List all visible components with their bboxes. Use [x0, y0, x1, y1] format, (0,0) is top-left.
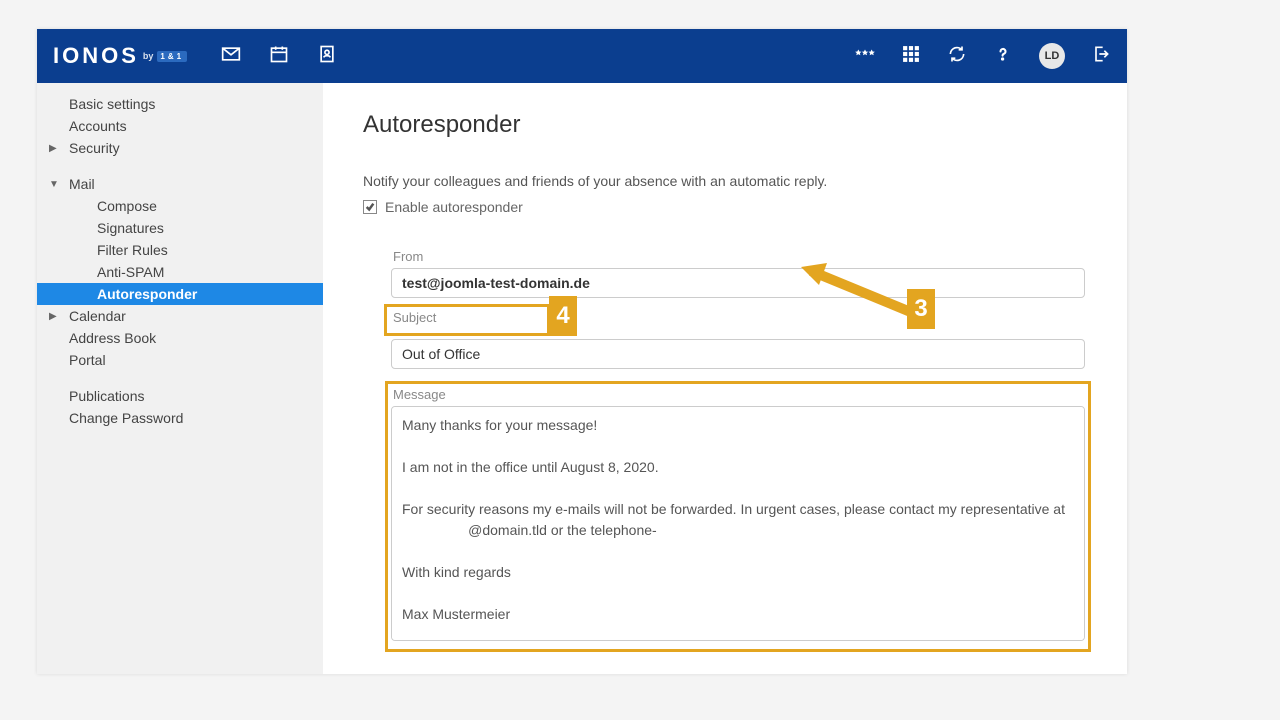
- nav-anti-spam[interactable]: Anti-SPAM: [37, 261, 323, 283]
- nav-filter-rules[interactable]: Filter Rules: [37, 239, 323, 261]
- nav-mail[interactable]: ▼Mail: [37, 173, 323, 195]
- nav-basic-settings[interactable]: Basic settings: [37, 93, 323, 115]
- app-header: IONOS by 1&1 LD: [37, 29, 1127, 83]
- apps-icon[interactable]: [901, 44, 921, 69]
- subject-highlight: Subject: [384, 304, 550, 336]
- caret-right-icon: ▶: [49, 143, 57, 154]
- message-label: Message: [391, 387, 1085, 402]
- from-label: From: [391, 249, 1087, 264]
- nav-autoresponder[interactable]: Autoresponder: [37, 283, 323, 305]
- nav-compose[interactable]: Compose: [37, 195, 323, 217]
- calendar-icon[interactable]: [269, 44, 289, 69]
- page-description: Notify your colleagues and friends of yo…: [363, 173, 1087, 189]
- subject-label: Subject: [391, 310, 543, 325]
- stars-icon[interactable]: [855, 44, 875, 69]
- callout-3: 3: [907, 289, 935, 329]
- nav-signatures[interactable]: Signatures: [37, 217, 323, 239]
- nav-security[interactable]: ▶Security: [37, 137, 323, 159]
- contacts-icon[interactable]: [317, 44, 337, 69]
- nav-accounts[interactable]: Accounts: [37, 115, 323, 137]
- enable-label: Enable autoresponder: [385, 199, 523, 215]
- nav-change-password[interactable]: Change Password: [37, 407, 323, 429]
- nav-calendar[interactable]: ▶Calendar: [37, 305, 323, 327]
- callout-4: 4: [549, 296, 577, 336]
- callout-3-arrow: 3: [793, 253, 953, 348]
- message-textarea[interactable]: [391, 406, 1085, 641]
- logo[interactable]: IONOS by 1&1: [53, 43, 187, 69]
- logo-tag: 1&1: [157, 51, 187, 62]
- sidebar: Basic settings Accounts ▶Security ▼Mail …: [37, 83, 323, 674]
- subject-input[interactable]: [391, 339, 1085, 369]
- caret-right-icon: ▶: [49, 311, 57, 322]
- enable-checkbox[interactable]: [363, 200, 377, 214]
- caret-down-icon: ▼: [49, 179, 59, 190]
- from-input[interactable]: [391, 268, 1085, 298]
- main-panel: Autoresponder Notify your colleagues and…: [323, 83, 1127, 674]
- nav-address-book[interactable]: Address Book: [37, 327, 323, 349]
- logo-text: IONOS: [53, 43, 139, 69]
- logo-sub: by: [143, 51, 154, 61]
- nav-portal[interactable]: Portal: [37, 349, 323, 371]
- help-icon[interactable]: [993, 44, 1013, 69]
- page-title: Autoresponder: [363, 111, 1087, 139]
- logout-icon[interactable]: [1091, 44, 1111, 69]
- avatar[interactable]: LD: [1039, 43, 1065, 69]
- mail-icon[interactable]: [221, 44, 241, 69]
- nav-publications[interactable]: Publications: [37, 385, 323, 407]
- message-highlight: Message: [385, 381, 1091, 652]
- refresh-icon[interactable]: [947, 44, 967, 69]
